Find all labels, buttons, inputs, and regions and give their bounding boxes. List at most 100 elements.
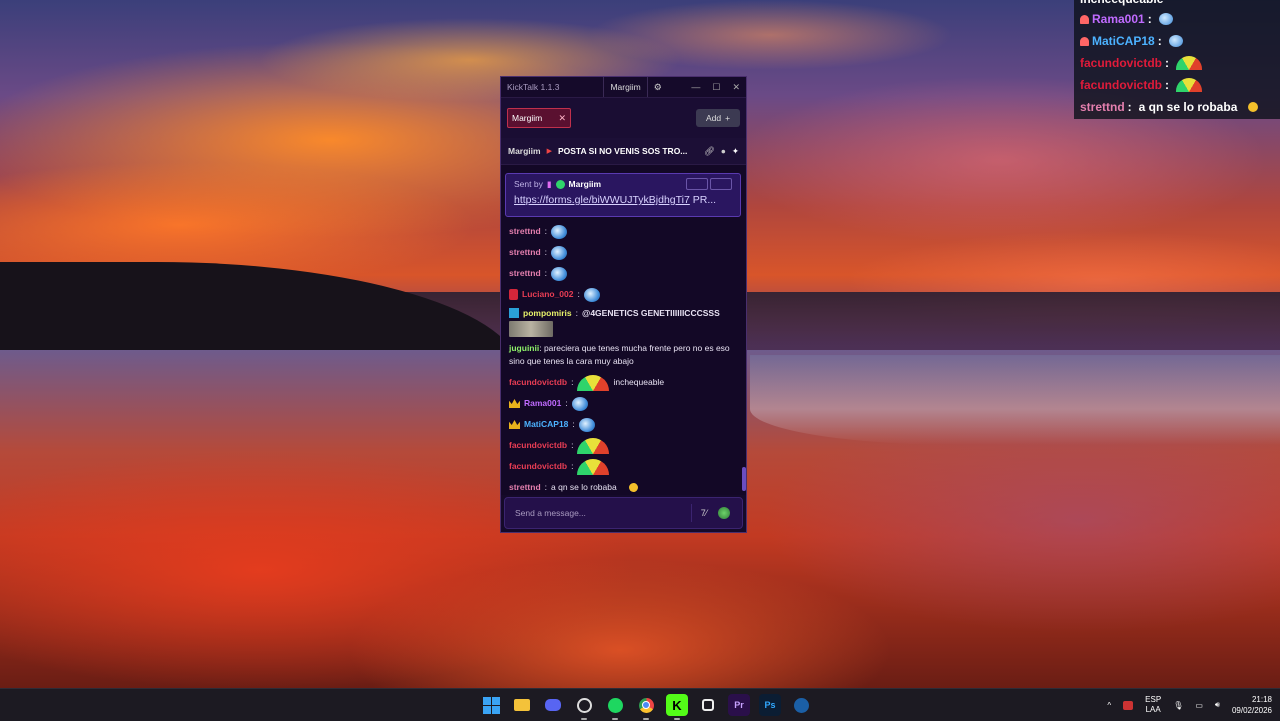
kicktalk-icon[interactable]: K bbox=[666, 694, 688, 720]
overlay-line: facundovictdb: bbox=[1080, 52, 1274, 74]
close-tab-icon[interactable]: ✕ bbox=[558, 113, 566, 124]
premiere-icon[interactable]: Pr bbox=[728, 694, 750, 716]
emoji-picker-button[interactable] bbox=[714, 504, 734, 522]
chat-username[interactable]: juguinii bbox=[509, 343, 539, 353]
network-icon[interactable]: ▭ bbox=[1195, 701, 1203, 710]
verified-icon bbox=[555, 179, 565, 189]
keyboard-layout: LAA bbox=[1145, 705, 1161, 714]
maximize-icon[interactable]: ☐ bbox=[712, 82, 720, 93]
overlay-username: facundovictdb bbox=[1080, 78, 1163, 92]
pinned-link[interactable]: https://forms.gle/biWWUJTykBjdhgTi7 bbox=[514, 194, 690, 206]
photoshop-icon[interactable]: Ps bbox=[759, 694, 781, 716]
pinned-username: Margiim bbox=[508, 146, 541, 156]
title-bar[interactable]: KickTalk 1.1.3 Margiim ⚙ — ☐ ✕ bbox=[501, 77, 746, 98]
globe-emote-icon bbox=[583, 287, 600, 302]
pinned-card: Sent by ▮ Margiim https://forms.gle/biWW… bbox=[505, 173, 741, 217]
chat-username[interactable]: Luciano_002 bbox=[522, 288, 574, 301]
chat-message: juguinii: pareciera que tenes mucha fren… bbox=[509, 343, 730, 366]
image-thumbnail[interactable] bbox=[509, 321, 553, 337]
message-input[interactable] bbox=[513, 507, 689, 519]
add-label: Add bbox=[705, 113, 722, 123]
chevron-up-icon[interactable]: ^ bbox=[1107, 701, 1111, 710]
badge-icon bbox=[509, 308, 519, 318]
language-indicator[interactable]: ESP LAA bbox=[1145, 695, 1161, 715]
meter-emote-icon bbox=[1176, 56, 1203, 70]
unpin-icon[interactable] bbox=[710, 178, 732, 190]
user-icon[interactable]: ● bbox=[721, 146, 726, 157]
arrow-icon: ▶ bbox=[546, 148, 552, 155]
chat-username[interactable]: facundovictdb bbox=[509, 460, 567, 473]
add-channel-button[interactable]: Add + bbox=[696, 109, 740, 127]
chat-username[interactable]: strettnd bbox=[509, 225, 541, 238]
app-tray-icon[interactable] bbox=[1123, 700, 1134, 710]
spotify-icon[interactable] bbox=[604, 694, 626, 720]
chat-message: strettnd: bbox=[501, 221, 746, 242]
chat-username[interactable]: Rama001 bbox=[524, 397, 561, 410]
globe-emote-icon bbox=[571, 396, 588, 411]
app-icon[interactable] bbox=[697, 694, 719, 716]
sent-by-label: Sent by bbox=[514, 179, 543, 189]
chevron-down-icon[interactable] bbox=[686, 178, 708, 190]
pin-icon[interactable]: ✦ bbox=[732, 146, 739, 157]
smiley-emote-icon bbox=[1248, 102, 1259, 112]
photoshop-glyph: Ps bbox=[764, 700, 776, 710]
chat-message: strettnd: bbox=[501, 242, 746, 263]
file-explorer-icon[interactable] bbox=[511, 694, 533, 716]
clock[interactable]: 21:18 09/02/2026 bbox=[1232, 694, 1272, 716]
overlay-colon: : bbox=[1147, 12, 1152, 26]
chat-username[interactable]: MatiCAP18 bbox=[524, 418, 568, 431]
overlay-message: a qn se lo robaba bbox=[1138, 100, 1238, 114]
link-icon[interactable]: 🔗︎ bbox=[704, 146, 715, 157]
message-input-box: 7⁄ bbox=[504, 497, 743, 529]
close-icon[interactable]: ✕ bbox=[732, 82, 740, 93]
chat-message: facundovictdb: inchequeable bbox=[501, 372, 746, 393]
kicktalk-window[interactable]: KickTalk 1.1.3 Margiim ⚙ — ☐ ✕ Margiim ✕… bbox=[500, 76, 747, 533]
clock-date: 09/02/2026 bbox=[1231, 706, 1272, 715]
mic-icon: ▮ bbox=[546, 178, 552, 189]
plus-icon: + bbox=[725, 113, 731, 123]
meter-emote-icon bbox=[577, 374, 610, 391]
start-icon[interactable] bbox=[480, 694, 502, 716]
volume-icon[interactable]: 🔊︎ bbox=[1215, 700, 1220, 710]
chat-text: inchequeable bbox=[613, 377, 665, 387]
chat-username[interactable]: strettnd bbox=[509, 246, 541, 259]
steam-icon[interactable] bbox=[790, 694, 812, 716]
chat-message: facundovictdb: bbox=[501, 456, 746, 477]
emoji-icon bbox=[718, 507, 730, 519]
current-channel-button[interactable]: Margiim bbox=[603, 77, 648, 97]
chat-text: @4GENETICS GENETIIIIIICCCSSS bbox=[582, 307, 720, 318]
language-code: ESP bbox=[1145, 695, 1162, 704]
chat-username[interactable]: strettnd bbox=[509, 481, 541, 494]
pinned-message-bar[interactable]: Margiim ▶ POSTA SI NO VENIS SOS TRO... 🔗… bbox=[501, 138, 746, 165]
chat-log[interactable]: Sent by ▮ Margiim https://forms.gle/biWW… bbox=[501, 165, 746, 495]
chat-username[interactable]: facundovictdb bbox=[509, 439, 567, 452]
overlay-colon: : bbox=[1157, 34, 1162, 48]
overlay-line: Rama001: bbox=[1080, 8, 1274, 30]
discord-icon[interactable] bbox=[542, 694, 564, 716]
kick-emotes-icon[interactable]: 7⁄ bbox=[694, 504, 714, 522]
minimize-icon[interactable]: — bbox=[691, 82, 700, 93]
chat-username[interactable]: facundovictdb bbox=[509, 376, 567, 389]
overlay-username: Rama001 bbox=[1092, 12, 1145, 26]
scrollbar-thumb[interactable] bbox=[742, 467, 746, 491]
gear-icon[interactable]: ⚙ bbox=[654, 82, 662, 93]
globe-emote-icon bbox=[551, 224, 568, 239]
tab-margiim[interactable]: Margiim ✕ bbox=[507, 108, 571, 128]
channel-tabs: Margiim ✕ Add + bbox=[501, 98, 746, 138]
clock-time: 21:18 bbox=[1251, 695, 1272, 704]
stream-chat-overlay: incheequeable Rama001: MatiCAP18: facund… bbox=[1074, 0, 1280, 119]
chrome-icon[interactable] bbox=[635, 694, 657, 720]
heart-icon bbox=[1080, 14, 1089, 24]
chat-username[interactable]: strettnd bbox=[509, 267, 541, 280]
overlay-colon: : bbox=[1165, 56, 1170, 70]
microphone-icon[interactable]: 🎙︎ bbox=[1173, 701, 1183, 710]
overlay-line: strettnd: a qn se lo robaba bbox=[1080, 96, 1274, 118]
overlay-username: strettnd bbox=[1080, 100, 1125, 114]
obs-icon[interactable] bbox=[573, 694, 595, 720]
overlay-line: MatiCAP18: bbox=[1080, 30, 1274, 52]
divider bbox=[691, 504, 692, 522]
chat-message: pompomiris: @4GENETICS GENETIIIIIICCCSSS bbox=[501, 305, 746, 321]
chat-username[interactable]: pompomiris bbox=[523, 307, 572, 320]
link-suffix: PR... bbox=[692, 194, 717, 206]
window-controls: — ☐ ✕ bbox=[691, 82, 740, 93]
